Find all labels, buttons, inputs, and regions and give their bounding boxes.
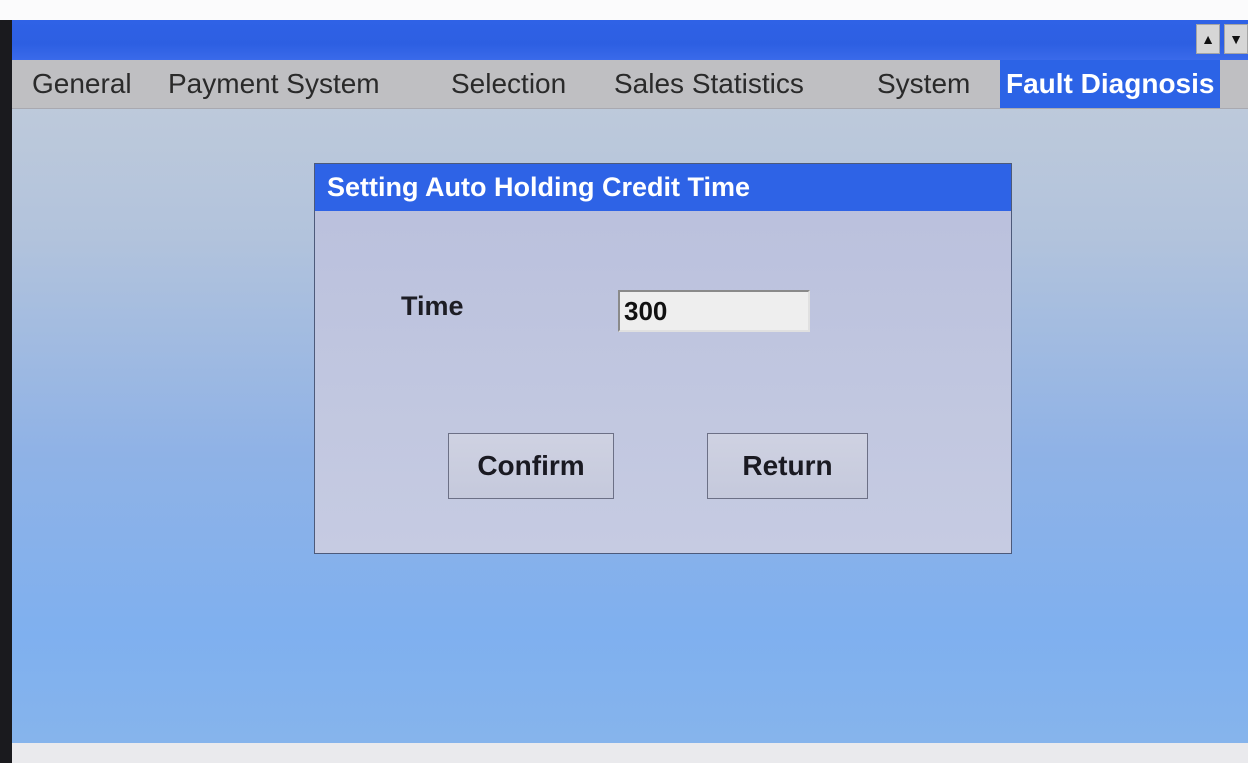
tab-sales-statistics[interactable]: Sales Statistics	[608, 60, 810, 108]
page-top-margin	[0, 0, 1248, 20]
screen-bezel	[0, 20, 12, 763]
scroll-up-icon[interactable]: ▲	[1196, 24, 1220, 54]
time-input[interactable]: 300	[618, 290, 810, 332]
bottom-bezel	[12, 743, 1248, 763]
return-button[interactable]: Return	[707, 433, 868, 499]
tab-general[interactable]: General	[26, 60, 138, 108]
screen: ▲ ▼ General Payment System Selection Sal…	[12, 20, 1248, 743]
time-label: Time	[401, 291, 464, 321]
tab-fault-diagnosis[interactable]: Fault Diagnosis	[1000, 60, 1221, 108]
title-bar: ▲ ▼	[12, 20, 1248, 60]
dialog-title: Setting Auto Holding Credit Time	[315, 164, 1011, 211]
tab-bar: General Payment System Selection Sales S…	[12, 60, 1248, 109]
scroll-down-icon[interactable]: ▼	[1224, 24, 1248, 54]
credit-time-dialog: Setting Auto Holding Credit Time Time 30…	[314, 163, 1012, 554]
tab-selection[interactable]: Selection	[445, 60, 572, 108]
confirm-button[interactable]: Confirm	[448, 433, 614, 499]
tab-system[interactable]: System	[871, 60, 976, 108]
tab-payment-system[interactable]: Payment System	[162, 60, 386, 108]
